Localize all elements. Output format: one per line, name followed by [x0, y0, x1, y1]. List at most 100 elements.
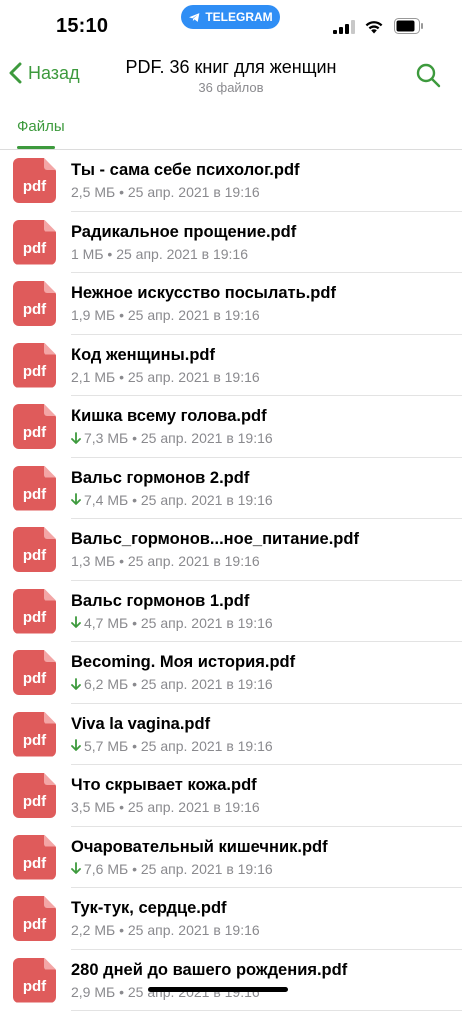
file-list-item[interactable]: pdfОчаровательный кишечник.pdf7,6 МБ • 2…: [0, 827, 462, 889]
file-name: 280 дней до вашего рождения.pdf: [71, 961, 347, 980]
file-size: 3,5 МБ: [71, 799, 115, 815]
pdf-file-icon: pdf: [13, 281, 56, 326]
file-date: 25 апр. 2021 в 19:16: [128, 184, 260, 200]
telegram-return-pill[interactable]: TELEGRAM: [181, 5, 280, 29]
pdf-file-icon: pdf: [13, 466, 56, 511]
pdf-file-icon: pdf: [13, 650, 56, 695]
file-type-label: pdf: [13, 732, 56, 749]
file-list-item[interactable]: pdf Нежное искусство посылать.pdf 1,9 МБ •…: [0, 273, 462, 335]
file-meta: 2,5 МБ • 25 апр. 2021 в 19:16: [71, 184, 260, 200]
file-meta: 7,4 МБ • 25 апр. 2021 в 19:16: [71, 492, 273, 508]
download-arrow-icon: [71, 739, 81, 752]
file-size: 4,7 МБ: [84, 615, 128, 631]
file-list-item[interactable]: pdfВальс гормонов 1.pdf4,7 МБ • 25 апр. …: [0, 581, 462, 643]
file-size: 1,3 МБ: [71, 553, 115, 569]
file-type-label: pdf: [13, 978, 56, 995]
file-meta: 3,5 МБ • 25 апр. 2021 в 19:16: [71, 799, 260, 815]
file-list-item[interactable]: pdf Becoming. Моя история.pdf 6,2 МБ • 25 …: [0, 642, 462, 704]
file-date: 25 апр. 2021 в 19:16: [128, 369, 260, 385]
meta-separator: •: [115, 553, 128, 569]
file-name: Viva la vagina.pdf: [71, 715, 210, 734]
file-list-item[interactable]: pdf Код женщины.pdf 2,1 МБ • 25 апр. 2021 …: [0, 335, 462, 397]
file-type-label: pdf: [13, 855, 56, 872]
file-type-label: pdf: [13, 424, 56, 441]
file-type-label: pdf: [13, 240, 56, 257]
meta-separator: •: [115, 307, 128, 323]
tab-files[interactable]: Файлы: [17, 118, 65, 135]
meta-separator: •: [115, 799, 128, 815]
file-meta: 5,7 МБ • 25 апр. 2021 в 19:16: [71, 738, 273, 754]
file-date: 25 апр. 2021 в 19:16: [128, 307, 260, 323]
file-list-item[interactable]: pdfВальс_гормонов...ное_питание.pdf1,3 М…: [0, 519, 462, 581]
status-bar: 15:10 TELEGRAM: [0, 0, 462, 50]
pdf-file-icon: pdf: [13, 773, 56, 818]
file-date: 25 апр. 2021 в 19:16: [128, 799, 260, 815]
file-size: 2,2 МБ: [71, 922, 115, 938]
file-meta: 1,3 МБ • 25 апр. 2021 в 19:16: [71, 553, 260, 569]
file-date: 25 апр. 2021 в 19:16: [128, 922, 260, 938]
navigation-bar: Назад PDF. 36 книг для женщин 36 файлов …: [0, 50, 462, 150]
file-type-label: pdf: [13, 178, 56, 195]
download-arrow-icon: [71, 678, 81, 691]
meta-separator: •: [128, 430, 141, 446]
file-size: 2,9 МБ: [71, 984, 115, 1000]
file-date: 25 апр. 2021 в 19:16: [141, 492, 273, 508]
file-list-item[interactable]: pdfТы - сама себе психолог.pdf2,5 МБ • 2…: [0, 150, 462, 212]
file-date: 25 апр. 2021 в 19:16: [141, 738, 273, 754]
file-list-item[interactable]: pdf Что скрывает кожа.pdf 3,5 МБ • 25 апр.…: [0, 765, 462, 827]
battery-icon: [394, 18, 424, 34]
file-type-label: pdf: [13, 363, 56, 380]
file-size: 6,2 МБ: [84, 676, 128, 692]
meta-separator: •: [128, 861, 141, 877]
pdf-file-icon: pdf: [13, 158, 56, 203]
file-date: 25 апр. 2021 в 19:16: [141, 676, 273, 692]
meta-separator: •: [128, 738, 141, 754]
meta-separator: •: [104, 246, 117, 262]
file-size: 1,9 МБ: [71, 307, 115, 323]
file-meta: 4,7 МБ • 25 апр. 2021 в 19:16: [71, 615, 273, 631]
file-name: Тук-тук, сердце.pdf: [71, 899, 227, 918]
pdf-file-icon: pdf: [13, 958, 56, 1003]
download-arrow-icon: [71, 616, 81, 629]
file-type-label: pdf: [13, 301, 56, 318]
file-name: Кишка всему голова.pdf: [71, 407, 267, 426]
file-name: Нежное искусство посылать.pdf: [71, 284, 336, 303]
file-list-item[interactable]: pdf 280 дней до вашего рождения.pdf 2,9 МБ…: [0, 950, 462, 1011]
telegram-pill-label: TELEGRAM: [205, 10, 272, 24]
file-date: 25 апр. 2021 в 19:16: [141, 615, 273, 631]
file-meta: 1 МБ • 25 апр. 2021 в 19:16: [71, 246, 248, 262]
file-type-label: pdf: [13, 609, 56, 626]
file-date: 25 апр. 2021 в 19:16: [128, 553, 260, 569]
file-list-item[interactable]: pdf Кишка всему голова.pdf 7,3 МБ • 25 апр…: [0, 396, 462, 458]
file-size: 2,1 МБ: [71, 369, 115, 385]
file-name: Радикальное прощение.pdf: [71, 223, 296, 242]
file-meta: 6,2 МБ • 25 апр. 2021 в 19:16: [71, 676, 273, 692]
file-name: Код женщины.pdf: [71, 346, 215, 365]
file-meta: 1,9 МБ • 25 апр. 2021 в 19:16: [71, 307, 260, 323]
file-meta: 2,2 МБ • 25 апр. 2021 в 19:16: [71, 922, 260, 938]
file-size: 2,5 МБ: [71, 184, 115, 200]
file-size: 5,7 МБ: [84, 738, 128, 754]
file-name: Becoming. Моя история.pdf: [71, 653, 295, 672]
meta-separator: •: [115, 369, 128, 385]
pdf-file-icon: pdf: [13, 343, 56, 388]
telegram-icon: [188, 11, 201, 24]
file-size: 7,4 МБ: [84, 492, 128, 508]
file-meta: 7,3 МБ • 25 апр. 2021 в 19:16: [71, 430, 273, 446]
file-name: Что скрывает кожа.pdf: [71, 776, 257, 795]
file-size: 1 МБ: [71, 246, 104, 262]
file-list-item[interactable]: pdfТук-тук, сердце.pdf2,2 МБ • 25 апр. 2…: [0, 888, 462, 950]
file-list-item[interactable]: pdf Радикальное прощение.pdf 1 МБ • 25 апр…: [0, 212, 462, 274]
search-icon[interactable]: [415, 62, 441, 88]
page-subtitle: 36 файлов: [0, 80, 462, 95]
status-time: 15:10: [56, 15, 108, 38]
meta-separator: •: [128, 492, 141, 508]
home-indicator[interactable]: [148, 987, 288, 992]
wifi-icon: [364, 18, 384, 34]
file-name: Очаровательный кишечник.pdf: [71, 838, 328, 857]
download-arrow-icon: [71, 862, 81, 875]
file-list-item[interactable]: pdfВальс гормонов 2.pdf7,4 МБ • 25 апр. …: [0, 458, 462, 520]
pdf-file-icon: pdf: [13, 589, 56, 634]
pdf-file-icon: pdf: [13, 527, 56, 572]
file-list-item[interactable]: pdf Viva la vagina.pdf 5,7 МБ • 25 апр. 20…: [0, 704, 462, 766]
